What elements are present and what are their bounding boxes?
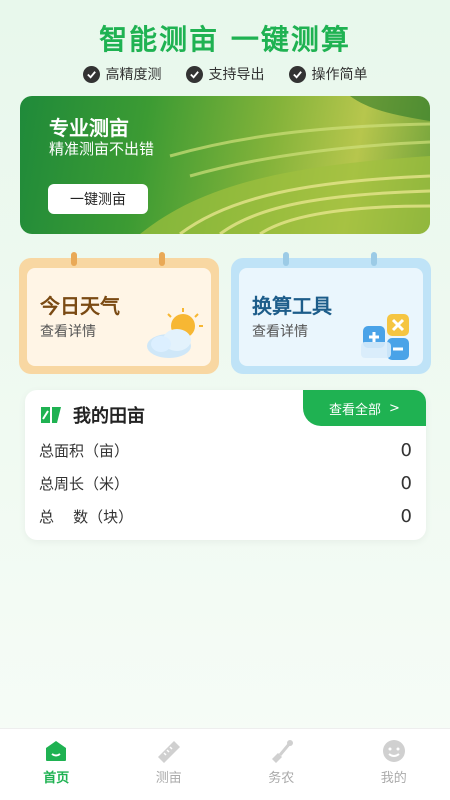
tool-title: 换算工具	[252, 294, 332, 318]
stat-label: 总周长（米）	[39, 475, 130, 493]
binder-pin	[71, 252, 77, 266]
tab-label: 我的	[380, 771, 407, 786]
profile-icon	[382, 740, 405, 762]
binder-pin	[159, 252, 165, 266]
tab-profile[interactable]: 我的	[354, 739, 434, 786]
feature-item: 操作简单	[288, 64, 368, 84]
binder-pin	[283, 252, 289, 266]
banner-subtitle: 精准测亩不出错	[49, 140, 155, 158]
stat-row-count: 总 数（块） 0	[39, 506, 412, 527]
binder-pin	[371, 252, 377, 266]
feature-label: 操作简单	[311, 67, 368, 83]
feature-label: 支持导出	[208, 67, 265, 83]
page-headline: 智能测亩 一键测算	[99, 23, 351, 56]
weather-card[interactable]: 今日天气 查看详情	[19, 252, 219, 374]
feature-list: 高精度测 支持导出 操作简单	[0, 64, 450, 84]
check-icon	[288, 65, 306, 83]
home-icon	[46, 741, 67, 761]
stat-value: 0	[400, 440, 412, 461]
stat-row-area: 总面积（亩） 0	[39, 440, 412, 461]
measure-button[interactable]: 一键测亩	[48, 184, 148, 214]
fields-header: 我的田亩	[39, 402, 145, 428]
stat-value: 0	[400, 473, 412, 494]
tab-home[interactable]: 首页	[16, 739, 96, 786]
check-icon	[185, 65, 203, 83]
feature-label: 高精度测	[105, 67, 162, 83]
calculator-icon	[361, 314, 409, 360]
my-fields-card: 我的田亩 查看全部 > 总面积（亩） 0 总周长（米） 0 总 数（块） 0	[25, 390, 426, 540]
tab-measure[interactable]: 测亩	[129, 739, 209, 786]
stat-row-perimeter: 总周长（米） 0	[39, 473, 412, 494]
shovel-icon	[272, 740, 294, 763]
stat-label: 总面积（亩）	[39, 442, 130, 460]
field-icon	[41, 407, 61, 423]
fields-title: 我的田亩	[73, 406, 145, 427]
weather-icon	[147, 308, 203, 358]
chevron-right-icon: >	[389, 400, 400, 416]
tab-farming[interactable]: 务农	[241, 739, 321, 786]
conversion-tool-card[interactable]: 换算工具 查看详情	[231, 252, 431, 374]
tab-label: 测亩	[155, 771, 182, 786]
weather-title: 今日天气	[40, 294, 120, 318]
tab-label: 务农	[268, 771, 295, 786]
ruler-icon	[157, 741, 180, 763]
banner-card[interactable]: 专业测亩 精准测亩不出错 一键测亩	[20, 96, 430, 234]
check-icon	[82, 65, 100, 83]
banner-title: 专业测亩	[49, 116, 129, 140]
feature-item: 高精度测	[82, 64, 162, 84]
feature-item: 支持导出	[185, 64, 265, 84]
stat-value: 0	[400, 506, 412, 527]
tool-details-link[interactable]: 查看详情	[252, 321, 308, 341]
tab-label: 首页	[43, 771, 70, 786]
view-all-button[interactable]: 查看全部 >	[303, 390, 426, 426]
view-all-label: 查看全部	[329, 402, 382, 418]
bottom-tab-bar: 首页 测亩 务农 我的	[0, 728, 450, 800]
stat-label: 总 数（块）	[39, 508, 134, 526]
weather-details-link[interactable]: 查看详情	[40, 321, 96, 341]
